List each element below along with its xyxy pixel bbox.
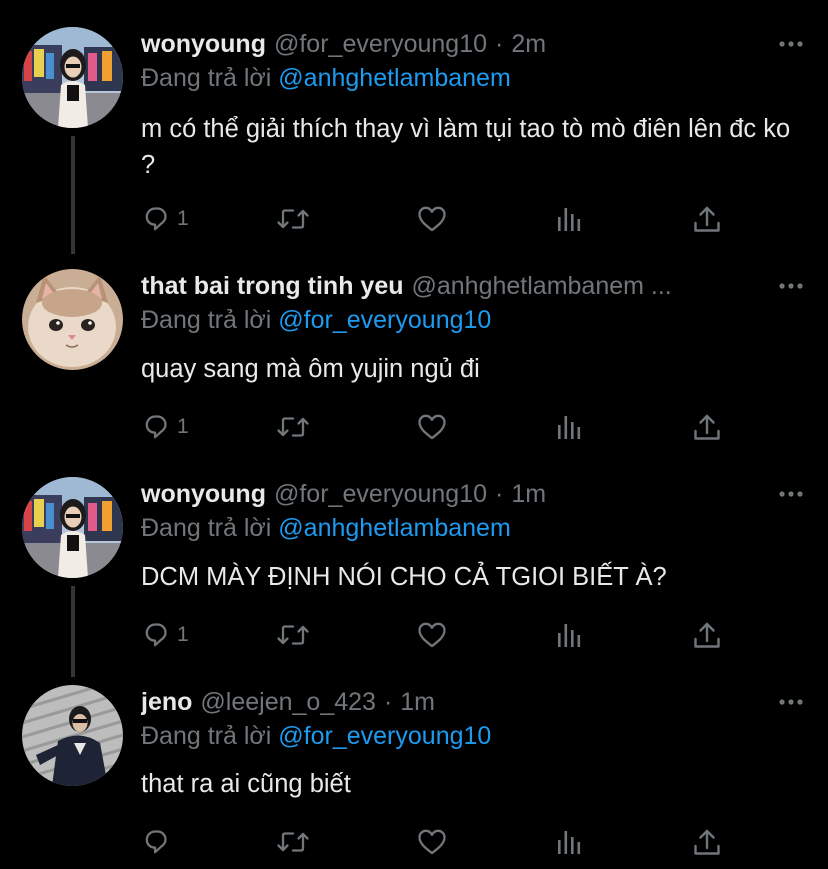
heart-icon xyxy=(416,619,448,651)
display-name[interactable]: that bai trong tinh yeu xyxy=(141,269,404,303)
analytics-icon xyxy=(554,620,584,650)
reply-icon xyxy=(143,412,173,442)
separator-dot: · xyxy=(383,688,393,716)
display-name[interactable]: wonyoung xyxy=(141,477,266,511)
reply-button[interactable] xyxy=(143,825,173,859)
share-button[interactable] xyxy=(692,825,722,859)
separator-dot: · xyxy=(495,480,504,508)
heart-icon xyxy=(416,411,448,443)
thread-line xyxy=(71,136,75,254)
share-icon xyxy=(692,827,722,857)
tweet-text: that ra ai cũng biết xyxy=(141,770,351,798)
timestamp[interactable]: 1m xyxy=(400,685,435,719)
reply-button[interactable]: 1 xyxy=(143,410,189,444)
more-icon[interactable] xyxy=(778,31,804,57)
like-button[interactable] xyxy=(416,825,448,859)
replying-to-label: Đang trả lời xyxy=(141,722,272,750)
display-name[interactable]: wonyoung xyxy=(141,27,266,61)
reply-button[interactable]: 1 xyxy=(143,202,189,236)
like-button[interactable] xyxy=(416,618,448,652)
replying-to-label: Đang trả lời xyxy=(141,64,272,92)
display-name[interactable]: jeno xyxy=(141,685,192,719)
retweet-button[interactable] xyxy=(276,202,310,236)
reply-icon xyxy=(143,620,173,650)
more-icon[interactable] xyxy=(778,273,804,299)
analytics-button[interactable] xyxy=(554,825,584,859)
analytics-button[interactable] xyxy=(554,410,584,444)
analytics-icon xyxy=(554,412,584,442)
replying-to-label: Đang trả lời xyxy=(141,306,272,334)
tweet[interactable]: wonyoung @for_everyoung10 · 2m Đang trả … xyxy=(0,27,828,254)
reply-icon xyxy=(143,827,173,857)
timestamp[interactable]: 2m xyxy=(511,27,546,61)
retweet-icon xyxy=(276,619,310,651)
retweet-icon xyxy=(276,203,310,235)
retweet-icon xyxy=(276,411,310,443)
tweet-text: quay sang mà ôm yujin ngủ đi xyxy=(141,355,480,383)
analytics-icon xyxy=(554,204,584,234)
reply-icon xyxy=(143,204,173,234)
tweet-text: m có thể giải thích thay vì làm tụi tao … xyxy=(141,115,791,179)
more-icon[interactable] xyxy=(778,689,804,715)
user-handle[interactable]: @leejen_o_423 xyxy=(200,685,376,719)
user-handle[interactable]: @anhghetlambanem ... xyxy=(412,269,672,303)
retweet-icon xyxy=(276,826,310,858)
reply-count: 1 xyxy=(177,623,189,646)
reply-button[interactable]: 1 xyxy=(143,618,189,652)
user-handle[interactable]: @for_everyoung10 xyxy=(274,27,487,61)
avatar[interactable] xyxy=(22,269,123,370)
like-button[interactable] xyxy=(416,410,448,444)
share-icon xyxy=(692,204,722,234)
tweet[interactable]: wonyoung @for_everyoung10 · 1m Đang trả … xyxy=(0,477,828,677)
reply-count: 1 xyxy=(177,415,189,438)
heart-icon xyxy=(416,203,448,235)
analytics-icon xyxy=(554,827,584,857)
avatar[interactable] xyxy=(22,477,123,578)
share-button[interactable] xyxy=(692,410,722,444)
more-icon[interactable] xyxy=(778,481,804,507)
analytics-button[interactable] xyxy=(554,618,584,652)
thread-line xyxy=(71,586,75,677)
share-icon xyxy=(692,620,722,650)
retweet-button[interactable] xyxy=(276,410,310,444)
analytics-button[interactable] xyxy=(554,202,584,236)
retweet-button[interactable] xyxy=(276,825,310,859)
reply-count: 1 xyxy=(177,207,189,230)
avatar[interactable] xyxy=(22,685,123,786)
replying-to-handle[interactable]: @for_everyoung10 xyxy=(278,722,491,750)
avatar[interactable] xyxy=(22,27,123,128)
tweet[interactable]: jeno @leejen_o_423 · 1m Đang trả lời @fo… xyxy=(0,685,828,865)
replying-to-handle[interactable]: @anhghetlambanem xyxy=(278,64,510,92)
like-button[interactable] xyxy=(416,202,448,236)
timestamp[interactable]: 1m xyxy=(511,477,546,511)
separator-dot: · xyxy=(495,30,504,58)
tweet[interactable]: that bai trong tinh yeu @anhghetlambanem… xyxy=(0,269,828,449)
replying-to-handle[interactable]: @for_everyoung10 xyxy=(278,306,491,334)
share-icon xyxy=(692,412,722,442)
user-handle[interactable]: @for_everyoung10 xyxy=(274,477,487,511)
share-button[interactable] xyxy=(692,202,722,236)
heart-icon xyxy=(416,826,448,858)
replying-to-handle[interactable]: @anhghetlambanem xyxy=(278,514,510,542)
replying-to-label: Đang trả lời xyxy=(141,514,272,542)
tweet-text: DCM MÀY ĐỊNH NÓI CHO CẢ TGIOI BIẾT À? xyxy=(141,563,667,591)
retweet-button[interactable] xyxy=(276,618,310,652)
share-button[interactable] xyxy=(692,618,722,652)
